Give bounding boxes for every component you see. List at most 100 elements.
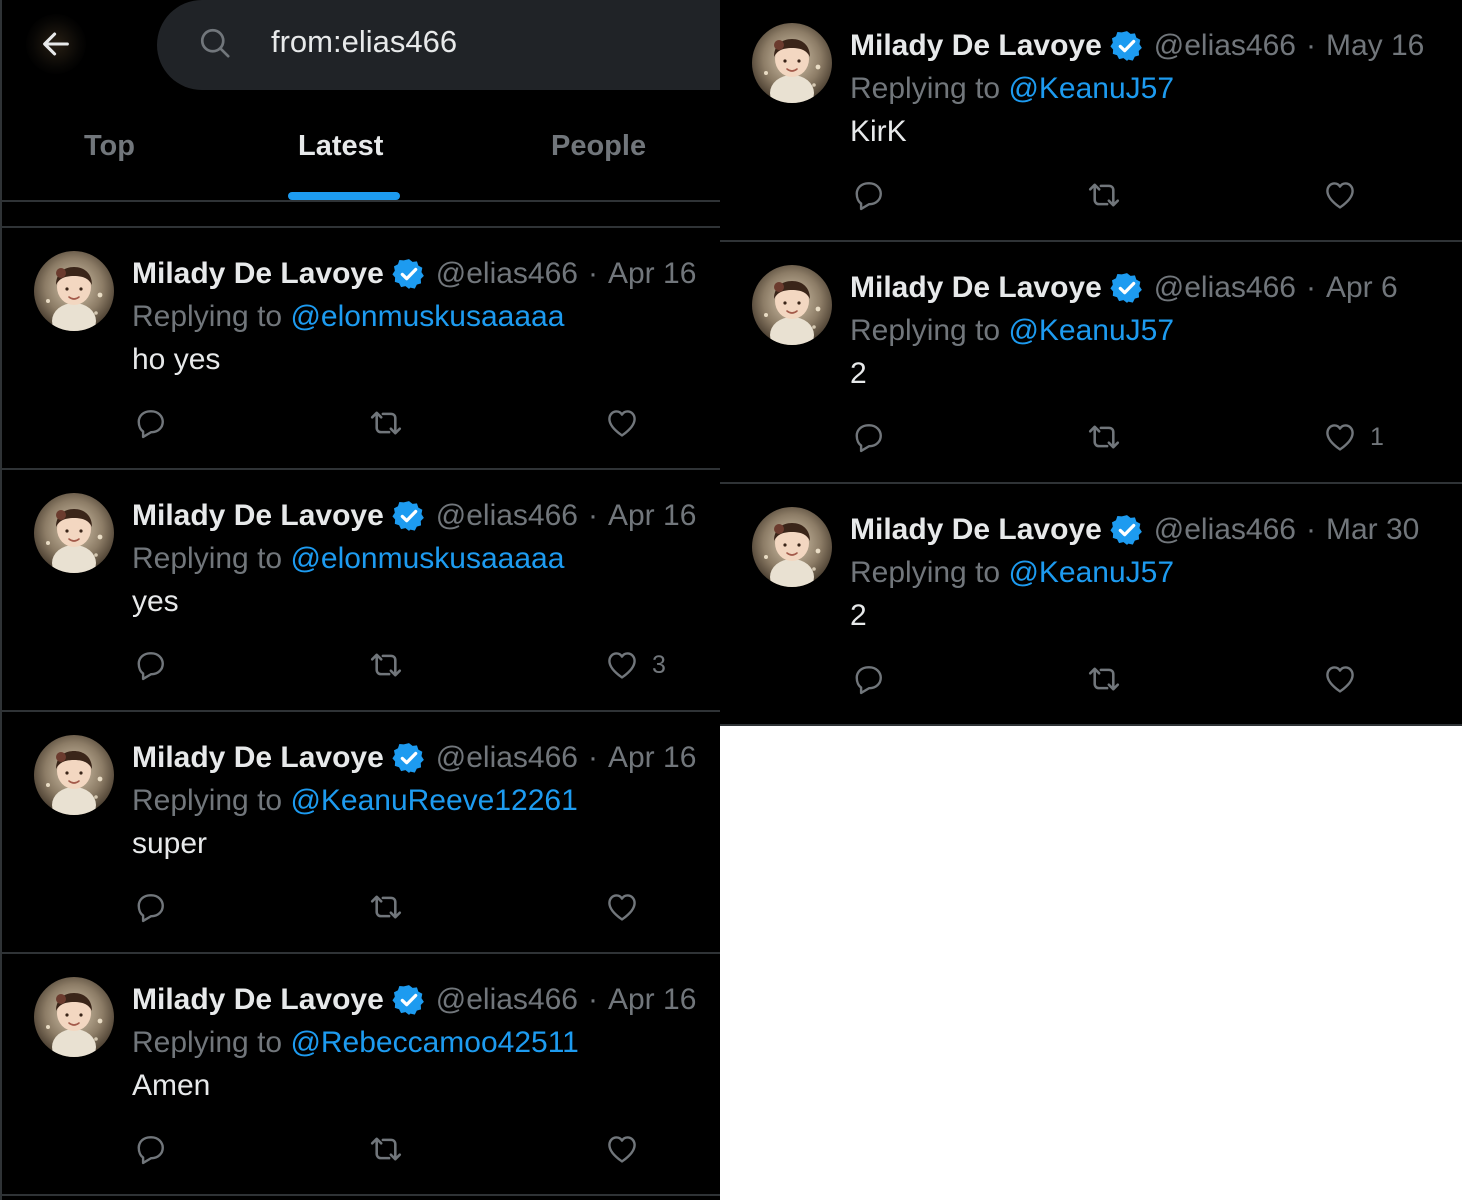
reply-button[interactable]	[850, 175, 886, 215]
reply-button[interactable]	[850, 659, 886, 699]
avatar-image	[752, 265, 832, 345]
replying-to-link[interactable]: @KeanuJ57	[1008, 314, 1174, 347]
replying-to: Replying to @elonmuskusaaaaa	[132, 300, 564, 334]
author-name[interactable]: Milady De Lavoye	[132, 983, 384, 1017]
retweet-button[interactable]	[368, 645, 404, 685]
replying-to-link[interactable]: @elonmuskusaaaaa	[290, 542, 564, 575]
search-tabs: Top Latest People	[2, 118, 720, 202]
replying-to-link[interactable]: @KeanuJ57	[1008, 556, 1174, 589]
reply-button[interactable]	[850, 417, 886, 457]
reply-button[interactable]	[132, 403, 168, 443]
retweet-icon	[1086, 661, 1122, 697]
tweet-actions	[132, 1129, 692, 1169]
replying-to-link[interactable]: @Rebeccamoo42511	[290, 1026, 578, 1059]
tweet[interactable]: Milady De Lavoye @elias466 · Mar 30 Repl…	[720, 484, 1462, 726]
author-name[interactable]: Milady De Lavoye	[850, 513, 1102, 547]
retweet-button[interactable]	[368, 1129, 404, 1169]
like-button[interactable]: 3	[604, 645, 666, 685]
tab-top[interactable]: Top	[84, 130, 135, 163]
tweet-date[interactable]: May 16	[1326, 29, 1424, 63]
author-handle[interactable]: @elias466	[436, 983, 578, 1017]
back-button[interactable]	[26, 14, 86, 74]
tweet-header: Milady De Lavoye @elias466 · Apr 16	[132, 496, 696, 536]
tweet-text: 2	[850, 599, 867, 632]
tweet[interactable]: Milady De Lavoye @elias466 · Apr 6 Reply…	[720, 242, 1462, 484]
tweet-date[interactable]: Apr 16	[608, 741, 696, 775]
retweet-button[interactable]	[368, 403, 404, 443]
author-name[interactable]: Milady De Lavoye	[132, 257, 384, 291]
avatar-image	[752, 507, 832, 587]
search-input[interactable]: from:elias466	[157, 0, 737, 90]
reply-icon	[132, 1131, 168, 1167]
heart-icon	[604, 1131, 640, 1167]
tab-latest[interactable]: Latest	[298, 130, 383, 163]
like-button[interactable]	[604, 1129, 652, 1169]
retweet-icon	[368, 647, 404, 683]
avatar[interactable]	[34, 251, 114, 331]
author-handle[interactable]: @elias466	[1154, 29, 1296, 63]
separator-dot: ·	[1305, 271, 1316, 304]
separator-dot: ·	[1305, 513, 1316, 546]
like-button[interactable]	[1322, 659, 1370, 699]
tweet-date[interactable]: Apr 16	[608, 257, 696, 291]
like-button[interactable]	[604, 403, 652, 443]
author-handle[interactable]: @elias466	[1154, 513, 1296, 547]
verified-badge-icon	[392, 741, 426, 775]
tweet-actions	[132, 887, 692, 927]
tweet-date[interactable]: Apr 16	[608, 499, 696, 533]
author-name[interactable]: Milady De Lavoye	[850, 271, 1102, 305]
reply-icon	[850, 661, 886, 697]
author-name[interactable]: Milady De Lavoye	[850, 29, 1102, 63]
tweet-date[interactable]: Apr 16	[608, 983, 696, 1017]
tab-people[interactable]: People	[551, 130, 646, 163]
tweet[interactable]: Milady De Lavoye @elias466 · Apr 16 Repl…	[2, 470, 720, 712]
avatar[interactable]	[752, 265, 832, 345]
like-count: 1	[1370, 422, 1384, 451]
like-button[interactable]	[604, 887, 652, 927]
avatar[interactable]	[34, 493, 114, 573]
heart-icon	[604, 647, 640, 683]
author-handle[interactable]: @elias466	[1154, 271, 1296, 305]
separator-dot: ·	[587, 499, 598, 532]
reply-button[interactable]	[132, 887, 168, 927]
retweet-button[interactable]	[1086, 175, 1122, 215]
author-handle[interactable]: @elias466	[436, 741, 578, 775]
retweet-button[interactable]	[1086, 417, 1122, 457]
retweet-button[interactable]	[368, 887, 404, 927]
replying-to-label: Replying to	[132, 1026, 283, 1059]
tweet[interactable]: Milady De Lavoye @elias466 · Apr 16 Repl…	[2, 712, 720, 954]
avatar[interactable]	[34, 977, 114, 1057]
avatar[interactable]	[752, 23, 832, 103]
tweet-header: Milady De Lavoye @elias466 · Apr 6	[850, 268, 1398, 308]
separator-dot: ·	[587, 741, 598, 774]
search-query-text[interactable]: from:elias466	[271, 24, 457, 60]
replying-to-link[interactable]: @KeanuReeve12261	[290, 784, 577, 817]
tweet-date[interactable]: Apr 6	[1326, 271, 1398, 305]
replying-to-link[interactable]: @KeanuJ57	[1008, 72, 1174, 105]
like-button[interactable]	[1322, 175, 1370, 215]
tweet-date[interactable]: Mar 30	[1326, 513, 1419, 547]
tweet-actions	[850, 659, 1410, 699]
author-handle[interactable]: @elias466	[436, 499, 578, 533]
tweet[interactable]: Milady De Lavoye @elias466 · Apr 16 Repl…	[2, 954, 720, 1196]
tweet-actions	[850, 175, 1410, 215]
replying-to: Replying to @elonmuskusaaaaa	[132, 542, 564, 576]
replying-to-label: Replying to	[850, 314, 1001, 347]
retweet-button[interactable]	[1086, 659, 1122, 699]
tweet-header: Milady De Lavoye @elias466 · Mar 30	[850, 510, 1419, 550]
reply-button[interactable]	[132, 645, 168, 685]
replying-to-link[interactable]: @elonmuskusaaaaa	[290, 300, 564, 333]
search-results-panel-right: Milady De Lavoye @elias466 · May 16 Repl…	[720, 0, 1462, 726]
verified-badge-icon	[1110, 29, 1144, 63]
reply-button[interactable]	[132, 1129, 168, 1169]
retweet-icon	[1086, 177, 1122, 213]
tweet[interactable]: Milady De Lavoye @elias466 · Apr 16 Repl…	[2, 228, 720, 470]
avatar-image	[752, 23, 832, 103]
avatar[interactable]	[752, 507, 832, 587]
tweet[interactable]: Milady De Lavoye @elias466 · May 16 Repl…	[720, 0, 1462, 242]
author-name[interactable]: Milady De Lavoye	[132, 741, 384, 775]
author-name[interactable]: Milady De Lavoye	[132, 499, 384, 533]
avatar[interactable]	[34, 735, 114, 815]
author-handle[interactable]: @elias466	[436, 257, 578, 291]
like-button[interactable]: 1	[1322, 417, 1384, 457]
